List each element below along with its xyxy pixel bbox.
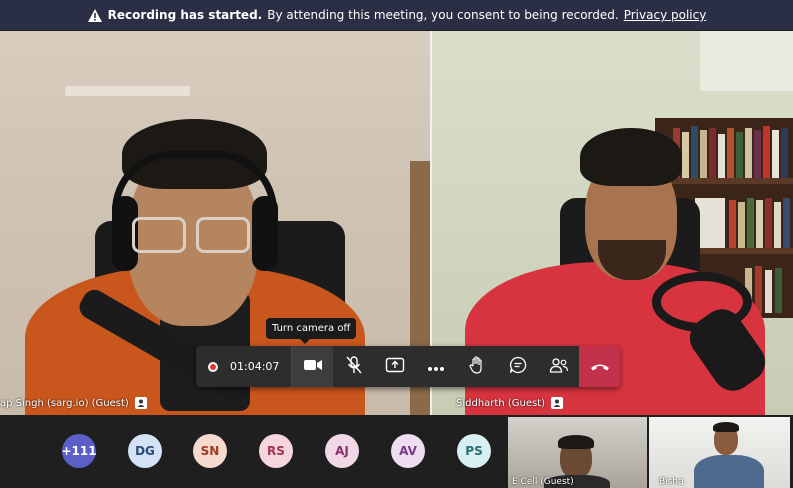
share-icon <box>385 357 405 377</box>
participant-name: ap Singh (sarg.io) (Guest) <box>0 397 129 409</box>
avatar[interactable]: DG <box>128 434 162 468</box>
headphone-right <box>252 196 278 271</box>
avatar-initials: PS <box>465 444 483 458</box>
glasses-right <box>196 217 250 253</box>
hangup-button[interactable] <box>579 346 621 387</box>
banner-text: By attending this meeting, you consent t… <box>267 8 619 22</box>
participant-name-tag: ap Singh (sarg.io) (Guest) <box>0 397 147 409</box>
thumbnail-label: E Cell (Guest) <box>512 477 574 487</box>
share-button[interactable] <box>374 346 415 387</box>
avatar-initials: DG <box>135 444 155 458</box>
people-icon <box>549 357 569 377</box>
avatar[interactable]: AJ <box>325 434 359 468</box>
camera-button[interactable] <box>292 346 334 387</box>
avatar[interactable]: AV <box>391 434 425 468</box>
call-controls: 01:04:07 <box>196 346 621 387</box>
raise-hand-button[interactable] <box>456 346 497 387</box>
avatar[interactable]: SN <box>193 434 227 468</box>
participants-button[interactable] <box>538 346 579 387</box>
overflow-avatar[interactable]: +111 <box>61 434 97 468</box>
participant-name-tag-right: Siddharth (Guest) <box>456 397 564 409</box>
guest-badge-icon <box>134 397 147 409</box>
window-light <box>700 31 793 91</box>
person-hair-right <box>580 128 682 186</box>
more-button[interactable] <box>415 346 456 387</box>
timer-text: 01:04:07 <box>230 360 280 373</box>
banner-bold-text: Recording has started. <box>107 8 263 22</box>
more-icon <box>427 357 445 376</box>
avatar-initials: +111 <box>61 444 97 458</box>
chat-icon <box>509 356 527 378</box>
participant-name: Siddharth (Guest) <box>456 397 546 409</box>
chat-button[interactable] <box>497 346 538 387</box>
guest-badge-icon <box>551 397 564 409</box>
mic-off-icon <box>346 355 362 378</box>
recording-banner: Recording has started. By attending this… <box>0 0 793 30</box>
thumbnail-label: Bisha <box>659 477 684 487</box>
raise-hand-icon <box>469 355 485 378</box>
privacy-policy-link[interactable]: Privacy policy <box>624 8 707 22</box>
video-thumbnail[interactable]: E Cell (Guest) <box>508 417 647 488</box>
camera-tooltip: Turn camera off <box>266 318 357 344</box>
avatar-initials: RS <box>267 444 285 458</box>
camera-icon <box>303 357 323 376</box>
mic-button[interactable] <box>333 346 374 387</box>
video-thumbnail[interactable]: Bisha <box>649 417 790 488</box>
glasses-left <box>132 217 186 253</box>
avatar-initials: AV <box>399 444 417 458</box>
avatar-initials: SN <box>200 444 220 458</box>
avatar[interactable]: RS <box>259 434 293 468</box>
recording-icon <box>208 361 218 372</box>
warning-icon <box>87 7 103 23</box>
wall-lamp <box>65 86 190 96</box>
avatar-initials: AJ <box>335 444 349 458</box>
avatar[interactable]: PS <box>457 434 491 468</box>
recording-timer: 01:04:07 <box>196 346 293 387</box>
hangup-icon <box>590 357 610 376</box>
